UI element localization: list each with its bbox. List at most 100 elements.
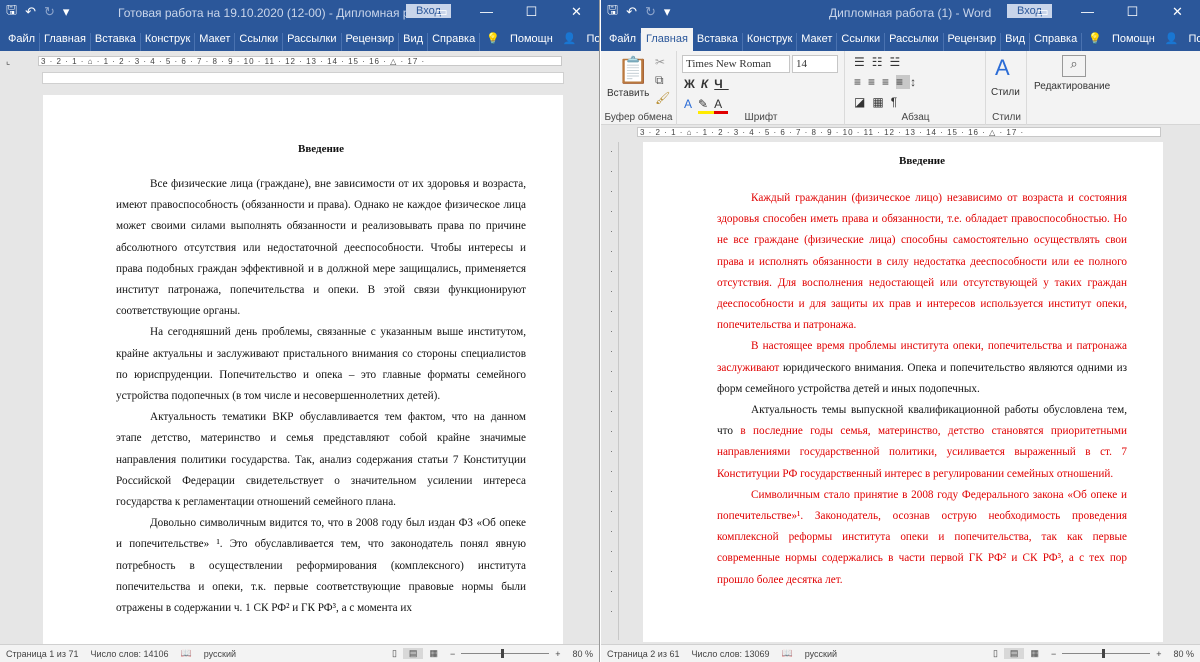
proofing-icon[interactable]: 📖 xyxy=(776,648,799,659)
ruler-track[interactable]: 3 · 2 · 1 · ⌂ · 1 · 2 · 3 · 4 · 5 · 6 · … xyxy=(38,56,562,66)
print-layout-icon[interactable]: ▤ xyxy=(402,648,424,659)
align-center-icon[interactable]: ≡ xyxy=(868,75,882,89)
tab-layout[interactable]: Макет xyxy=(195,33,236,51)
line-spacing-icon[interactable]: ↕ xyxy=(910,75,923,89)
underline-icon[interactable]: Ч xyxy=(714,77,728,91)
align-right-icon[interactable]: ≡ xyxy=(882,75,896,89)
tab-selector[interactable]: ⌞ xyxy=(6,56,10,67)
font-style-buttons[interactable]: ЖКЧ xyxy=(684,77,729,91)
zoom-in-icon[interactable]: + xyxy=(1150,649,1167,659)
word-count[interactable]: Число слов: 13069 xyxy=(685,649,775,659)
ribbon-display-icon[interactable]: ▭ xyxy=(419,0,464,24)
tab-home[interactable]: Главная xyxy=(641,28,693,51)
close-icon[interactable]: ✕ xyxy=(1155,0,1200,24)
undo-icon[interactable]: ↶ xyxy=(626,4,637,20)
close-icon[interactable]: ✕ xyxy=(554,0,599,24)
paste-label[interactable]: Вставить xyxy=(607,88,649,99)
redo-icon[interactable]: ↻ xyxy=(645,4,656,20)
document-page[interactable]: Введение Все физические лица (граждане),… xyxy=(43,95,563,647)
tab-mailings[interactable]: Рассылки xyxy=(283,33,342,51)
document-page[interactable]: Введение Каждый гражданин (физическое ли… xyxy=(643,142,1163,642)
page-counter[interactable]: Страница 1 из 71 xyxy=(0,649,84,659)
web-layout-icon[interactable]: ▦ xyxy=(423,648,444,659)
redo-icon[interactable]: ↻ xyxy=(44,4,55,20)
word-count[interactable]: Число слов: 14106 xyxy=(84,649,174,659)
share-button[interactable]: Поделиться xyxy=(586,33,599,45)
tell-me-label[interactable]: Помощн xyxy=(1112,33,1155,45)
tab-design[interactable]: Конструк xyxy=(743,33,798,51)
zoom-level[interactable]: 80 % xyxy=(1167,649,1200,659)
lightbulb-icon[interactable]: 💡 xyxy=(1088,32,1102,45)
customize-qat-icon[interactable]: ▾ xyxy=(63,4,70,20)
zoom-level[interactable]: 80 % xyxy=(566,649,599,659)
horizontal-ruler[interactable]: 3 · 2 · 1 · ⌂ · 1 · 2 · 3 · 4 · 5 · 6 · … xyxy=(601,125,1200,139)
customize-qat-icon[interactable]: ▾ xyxy=(664,4,671,20)
undo-icon[interactable]: ↶ xyxy=(25,4,36,20)
read-mode-icon[interactable]: ▯ xyxy=(987,648,1004,659)
find-icon[interactable]: ⌕ xyxy=(1062,55,1086,77)
justify-icon[interactable]: ≡ xyxy=(896,75,911,89)
text-effects-icon[interactable]: A xyxy=(684,97,698,111)
zoom-slider[interactable] xyxy=(461,649,550,658)
format-painter-icon[interactable]: 🖌 xyxy=(655,91,670,105)
borders-icon[interactable]: ▦ xyxy=(872,95,890,109)
language[interactable]: русский xyxy=(799,649,843,659)
ribbon-display-icon[interactable]: ▭ xyxy=(1020,0,1065,24)
bold-icon[interactable]: Ж xyxy=(684,77,701,91)
save-icon[interactable]: 🖫 xyxy=(607,1,618,23)
lightbulb-icon[interactable]: 💡 xyxy=(486,32,500,45)
zoom-in-icon[interactable]: + xyxy=(549,649,566,659)
tab-view[interactable]: Вид xyxy=(399,33,429,51)
shading-icon[interactable]: ◪ xyxy=(854,95,872,109)
font-name-box[interactable]: Times New Roman xyxy=(682,55,790,73)
tab-review[interactable]: Рецензир xyxy=(944,33,1002,51)
language[interactable]: русский xyxy=(198,649,242,659)
font-size-box[interactable]: 14 xyxy=(792,55,838,73)
styles-label[interactable]: Стили xyxy=(991,87,1020,98)
italic-icon[interactable]: К xyxy=(701,77,714,91)
minimize-icon[interactable]: — xyxy=(464,0,509,24)
bullets-icon[interactable]: ☰ xyxy=(854,55,872,69)
tab-mailings[interactable]: Рассылки xyxy=(885,33,944,51)
save-icon[interactable]: 🖫 xyxy=(6,1,17,23)
zoom-slider[interactable] xyxy=(1062,649,1151,658)
person-icon[interactable]: 👤 xyxy=(563,32,577,45)
read-mode-icon[interactable]: ▯ xyxy=(386,648,403,659)
web-layout-icon[interactable]: ▦ xyxy=(1024,648,1045,659)
show-marks-icon[interactable]: ¶ xyxy=(891,95,904,109)
tab-insert[interactable]: Вставка xyxy=(693,33,743,51)
cut-icon[interactable]: ✂ xyxy=(655,55,665,69)
tab-references[interactable]: Ссылки xyxy=(837,33,886,51)
tab-file[interactable]: Файл xyxy=(605,33,642,51)
proofing-icon[interactable]: 📖 xyxy=(175,648,198,659)
horizontal-ruler[interactable]: ⌞ 3 · 2 · 1 · ⌂ · 1 · 2 · 3 · 4 · 5 · 6 … xyxy=(0,54,599,68)
styles-icon[interactable]: A xyxy=(995,55,1010,81)
zoom-out-icon[interactable]: − xyxy=(444,649,461,659)
share-button[interactable]: Поделиться xyxy=(1188,33,1200,45)
multilevel-icon[interactable]: ☱ xyxy=(890,55,908,69)
minimize-icon[interactable]: — xyxy=(1065,0,1110,24)
numbering-icon[interactable]: ☷ xyxy=(872,55,890,69)
page-counter[interactable]: Страница 2 из 61 xyxy=(601,649,685,659)
tab-help[interactable]: Справка xyxy=(428,33,481,51)
tab-view[interactable]: Вид xyxy=(1001,33,1031,51)
tab-help[interactable]: Справка xyxy=(1030,33,1083,51)
print-layout-icon[interactable]: ▤ xyxy=(1003,648,1025,659)
align-buttons[interactable]: ≡≡≡≡↕ xyxy=(854,75,923,89)
editing-label[interactable]: Редактирование xyxy=(1034,81,1110,92)
shading-buttons[interactable]: ◪▦¶ xyxy=(854,95,904,109)
zoom-out-icon[interactable]: − xyxy=(1045,649,1062,659)
copy-icon[interactable]: ⧉ xyxy=(655,73,664,88)
paste-icon[interactable]: 📋 xyxy=(617,55,649,86)
maximize-icon[interactable]: ☐ xyxy=(1110,0,1155,24)
tab-home[interactable]: Главная xyxy=(40,33,91,51)
tab-review[interactable]: Рецензир xyxy=(342,33,400,51)
vertical-ruler[interactable]: · · · · · · · · · · · · · · · · · · · · · · · · xyxy=(605,142,619,640)
tab-file[interactable]: Файл xyxy=(4,33,41,51)
tab-layout[interactable]: Макет xyxy=(797,33,838,51)
tab-insert[interactable]: Вставка xyxy=(91,33,141,51)
tab-references[interactable]: Ссылки xyxy=(235,33,284,51)
align-left-icon[interactable]: ≡ xyxy=(854,75,868,89)
person-icon[interactable]: 👤 xyxy=(1165,32,1179,45)
tab-design[interactable]: Конструк xyxy=(141,33,196,51)
